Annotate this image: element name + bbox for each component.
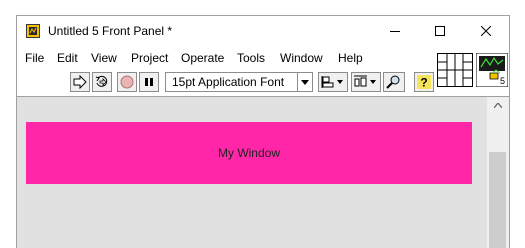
run-continuously-icon	[95, 75, 108, 87]
run-arrow-icon	[73, 75, 87, 89]
distribute-objects-button[interactable]	[351, 72, 381, 92]
menu-view[interactable]: View	[91, 51, 117, 65]
magnifier-icon	[386, 75, 400, 89]
font-selector[interactable]: 15pt Application Font	[165, 72, 313, 92]
connector-pane-grid-icon	[438, 54, 472, 86]
menu-bar: File Edit View Project Operate Tools Win…	[17, 47, 437, 69]
chevron-down-icon	[297, 73, 312, 91]
connector-pane[interactable]	[437, 53, 473, 87]
align-objects-icon	[321, 76, 343, 88]
menu-edit[interactable]: Edit	[57, 51, 78, 65]
minimize-icon	[390, 31, 400, 32]
menu-tools[interactable]: Tools	[237, 51, 265, 65]
zoom-button[interactable]	[383, 72, 405, 92]
vi-icon[interactable]: 5	[475, 52, 509, 88]
scroll-thumb[interactable]	[489, 152, 506, 248]
window-title: Untitled 5 Front Panel *	[48, 24, 173, 38]
context-help-button[interactable]: ?	[414, 72, 434, 92]
font-selector-value: 15pt Application Font	[172, 75, 285, 89]
abort-button[interactable]	[117, 72, 137, 92]
vertical-scrollbar[interactable]	[487, 96, 509, 248]
menu-help[interactable]: Help	[338, 51, 363, 65]
pause-icon	[145, 78, 153, 86]
menu-file[interactable]: File	[25, 51, 44, 65]
scroll-up-button[interactable]	[487, 97, 509, 114]
maximize-icon	[435, 26, 445, 36]
help-icon: ?	[417, 75, 431, 89]
pink-banner[interactable]: My Window	[26, 122, 472, 184]
toolbar: 15pt Application Font ?	[17, 70, 437, 95]
align-objects-button[interactable]	[318, 72, 348, 92]
menu-operate[interactable]: Operate	[181, 51, 224, 65]
vi-icon-number: 5	[499, 76, 505, 86]
minimize-button[interactable]	[372, 16, 418, 46]
pause-button[interactable]	[139, 72, 159, 92]
run-button[interactable]	[70, 72, 90, 92]
distribute-objects-icon	[354, 75, 376, 87]
run-continuously-button[interactable]	[92, 72, 112, 92]
front-panel-canvas[interactable]: My Window	[17, 96, 487, 248]
front-panel-window: Untitled 5 Front Panel * File Edit View …	[16, 15, 510, 248]
labview-app-icon	[26, 24, 40, 38]
close-icon	[481, 26, 491, 36]
menu-project[interactable]: Project	[131, 51, 168, 65]
svg-text:?: ?	[420, 76, 427, 90]
abort-icon	[120, 75, 134, 89]
chevron-up-icon	[494, 103, 502, 108]
menu-window[interactable]: Window	[280, 51, 323, 65]
title-bar[interactable]: Untitled 5 Front Panel *	[17, 16, 509, 46]
banner-label: My Window	[217, 146, 280, 160]
maximize-button[interactable]	[417, 16, 463, 46]
close-button[interactable]	[463, 16, 509, 46]
